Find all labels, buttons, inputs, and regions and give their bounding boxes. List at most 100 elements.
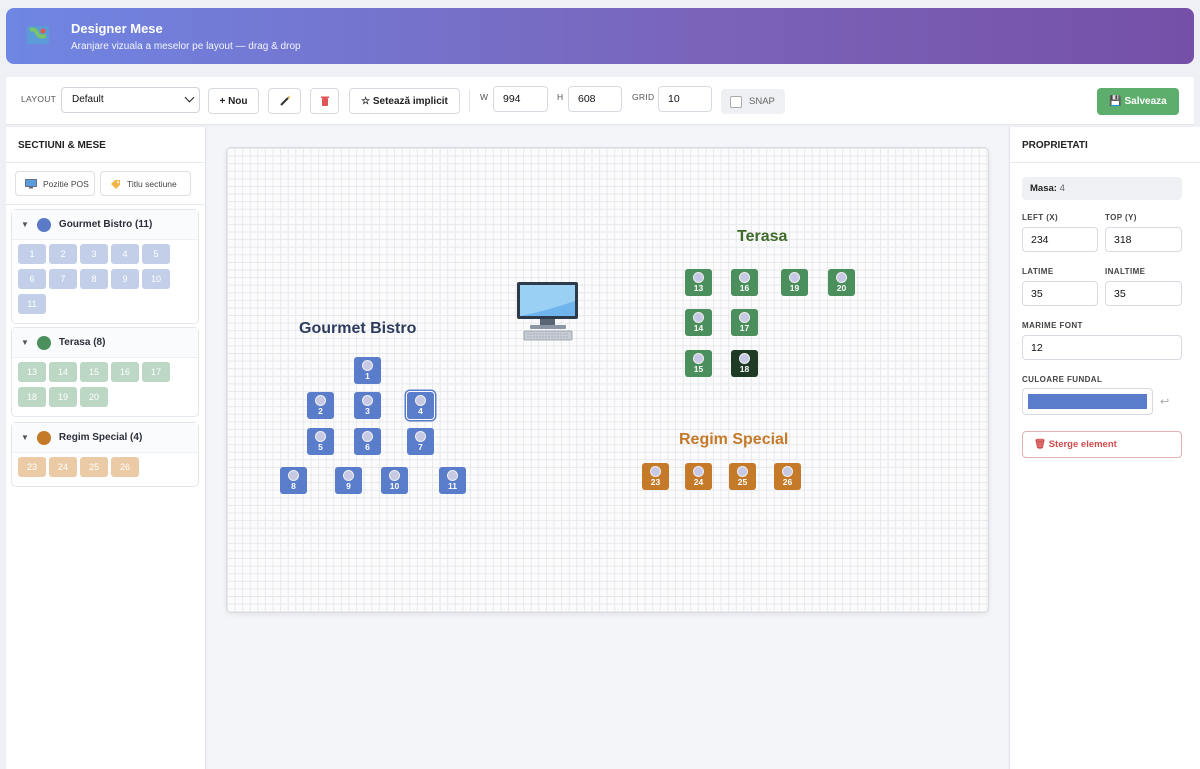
sections-panel-title: SECTIUNI & MESE (18, 140, 106, 151)
table-chip[interactable]: 15 (80, 362, 108, 382)
reset-color-icon[interactable]: ↩ (1160, 395, 1169, 408)
app-header: Designer Mese Aranjare vizuala a meselor… (6, 8, 1194, 64)
collapse-triangle-icon[interactable]: ▼ (21, 338, 29, 347)
section-group-header[interactable]: ▼ Terasa (8) (12, 328, 198, 358)
canvas-width-input[interactable]: 994 (493, 86, 548, 112)
set-default-button[interactable]: ☆ Setează implicit (349, 88, 460, 114)
properties-title: PROPRIETATI (1022, 140, 1088, 151)
layout-select-value: Default (72, 94, 104, 105)
table-chip[interactable]: 23 (18, 457, 46, 477)
table-chip-list: 1 2 3 4 5 6 7 8 9 10 11 (12, 240, 198, 323)
left-x-input[interactable]: 234 (1022, 227, 1098, 252)
table-23[interactable]: 23 (642, 463, 669, 490)
plate-icon (415, 431, 426, 442)
table-chip[interactable]: 8 (80, 269, 108, 289)
table-chip[interactable]: 11 (18, 294, 46, 314)
sections-panel: SECTIUNI & MESE Pozitie POS Titlu sectiu… (6, 127, 206, 769)
table-chip[interactable]: 5 (142, 244, 170, 264)
plate-icon (739, 353, 750, 364)
table-26[interactable]: 26 (774, 463, 801, 490)
pos-terminal-icon[interactable] (516, 281, 579, 343)
table-16[interactable]: 16 (731, 269, 758, 296)
table-chip[interactable]: 7 (49, 269, 77, 289)
table-chip[interactable]: 2 (49, 244, 77, 264)
table-6[interactable]: 6 (354, 428, 381, 455)
table-chip[interactable]: 3 (80, 244, 108, 264)
edit-layout-button[interactable] (268, 88, 301, 114)
table-19[interactable]: 19 (781, 269, 808, 296)
height-prop-input[interactable]: 35 (1105, 281, 1182, 306)
table-25[interactable]: 25 (729, 463, 756, 490)
table-17[interactable]: 17 (731, 309, 758, 336)
canvas-height-input[interactable]: 608 (568, 86, 622, 112)
table-chip[interactable]: 19 (49, 387, 77, 407)
table-chip[interactable]: 24 (49, 457, 77, 477)
bg-color-picker[interactable] (1022, 388, 1153, 415)
new-layout-button[interactable]: + Nou (208, 88, 259, 114)
snap-toggle[interactable]: SNAP (721, 89, 785, 114)
table-11[interactable]: 11 (439, 467, 466, 494)
table-24[interactable]: 24 (685, 463, 712, 490)
section-title[interactable]: Gourmet Bistro (299, 320, 416, 338)
collapse-triangle-icon[interactable]: ▼ (21, 433, 29, 442)
table-chip[interactable]: 6 (18, 269, 46, 289)
add-section-title-button[interactable]: Titlu sectiune (100, 171, 191, 196)
table-number: 5 (318, 442, 323, 452)
table-number: 23 (650, 477, 661, 487)
app-subtitle: Aranjare vizuala a meselor pe layout — d… (71, 41, 301, 52)
table-7[interactable]: 7 (407, 428, 434, 455)
table-chip[interactable]: 14 (49, 362, 77, 382)
table-9[interactable]: 9 (335, 467, 362, 494)
section-group-header[interactable]: ▼ Gourmet Bistro (11) (12, 210, 198, 240)
table-chip[interactable]: 13 (18, 362, 46, 382)
table-number: 17 (739, 323, 750, 333)
snap-checkbox[interactable] (730, 95, 742, 108)
table-chip[interactable]: 4 (111, 244, 139, 264)
table-chip[interactable]: 18 (18, 387, 46, 407)
table-chip[interactable]: 25 (80, 457, 108, 477)
table-chip[interactable]: 20 (80, 387, 108, 407)
save-button[interactable]: 💾 Salveaza (1097, 88, 1179, 115)
table-5[interactable]: 5 (307, 428, 334, 455)
section-group: ▼ Regim Special (4) 23 24 25 26 (11, 422, 199, 487)
table-18[interactable]: 18 (731, 350, 758, 377)
table-chip[interactable]: 16 (111, 362, 139, 382)
snap-label: SNAP (749, 96, 775, 107)
section-title[interactable]: Regim Special (679, 431, 788, 449)
grid-label: GRID (632, 92, 655, 102)
table-3[interactable]: 3 (354, 392, 381, 419)
width-prop-input[interactable]: 35 (1022, 281, 1098, 306)
section-group-header[interactable]: ▼ Regim Special (4) (12, 423, 198, 453)
add-pos-button[interactable]: Pozitie POS (15, 171, 95, 196)
grid-size-input[interactable]: 10 (658, 86, 712, 112)
table-2[interactable]: 2 (307, 392, 334, 419)
plate-icon (315, 431, 326, 442)
table-1[interactable]: 1 (354, 357, 381, 384)
section-title[interactable]: Terasa (737, 228, 787, 246)
table-number: 6 (365, 442, 370, 452)
font-size-input[interactable]: 12 (1022, 335, 1182, 360)
top-y-input[interactable]: 318 (1105, 227, 1182, 252)
plate-icon (737, 466, 748, 477)
plate-icon (693, 466, 704, 477)
layout-canvas[interactable]: Gourmet Bistro Terasa Regim Special 1 2 3 4 5 6 7… (226, 147, 989, 613)
table-10[interactable]: 10 (381, 467, 408, 494)
table-chip[interactable]: 17 (142, 362, 170, 382)
table-14[interactable]: 14 (685, 309, 712, 336)
table-13[interactable]: 13 (685, 269, 712, 296)
table-4[interactable]: 4 (407, 392, 434, 419)
table-chip[interactable]: 10 (142, 269, 170, 289)
table-chip[interactable]: 1 (18, 244, 46, 264)
table-15[interactable]: 15 (685, 350, 712, 377)
table-chip[interactable]: 9 (111, 269, 139, 289)
table-chip[interactable]: 26 (111, 457, 139, 477)
layout-select[interactable]: Default (61, 87, 200, 113)
divider (6, 204, 205, 205)
section-group-name: Regim Special (4) (58, 432, 143, 443)
table-8[interactable]: 8 (280, 467, 307, 494)
delete-element-button[interactable]: 🗑 Sterge element (1022, 431, 1182, 458)
delete-layout-button[interactable] (310, 88, 339, 114)
table-20[interactable]: 20 (828, 269, 855, 296)
app-title: Designer Mese (71, 21, 163, 36)
collapse-triangle-icon[interactable]: ▼ (21, 220, 29, 229)
